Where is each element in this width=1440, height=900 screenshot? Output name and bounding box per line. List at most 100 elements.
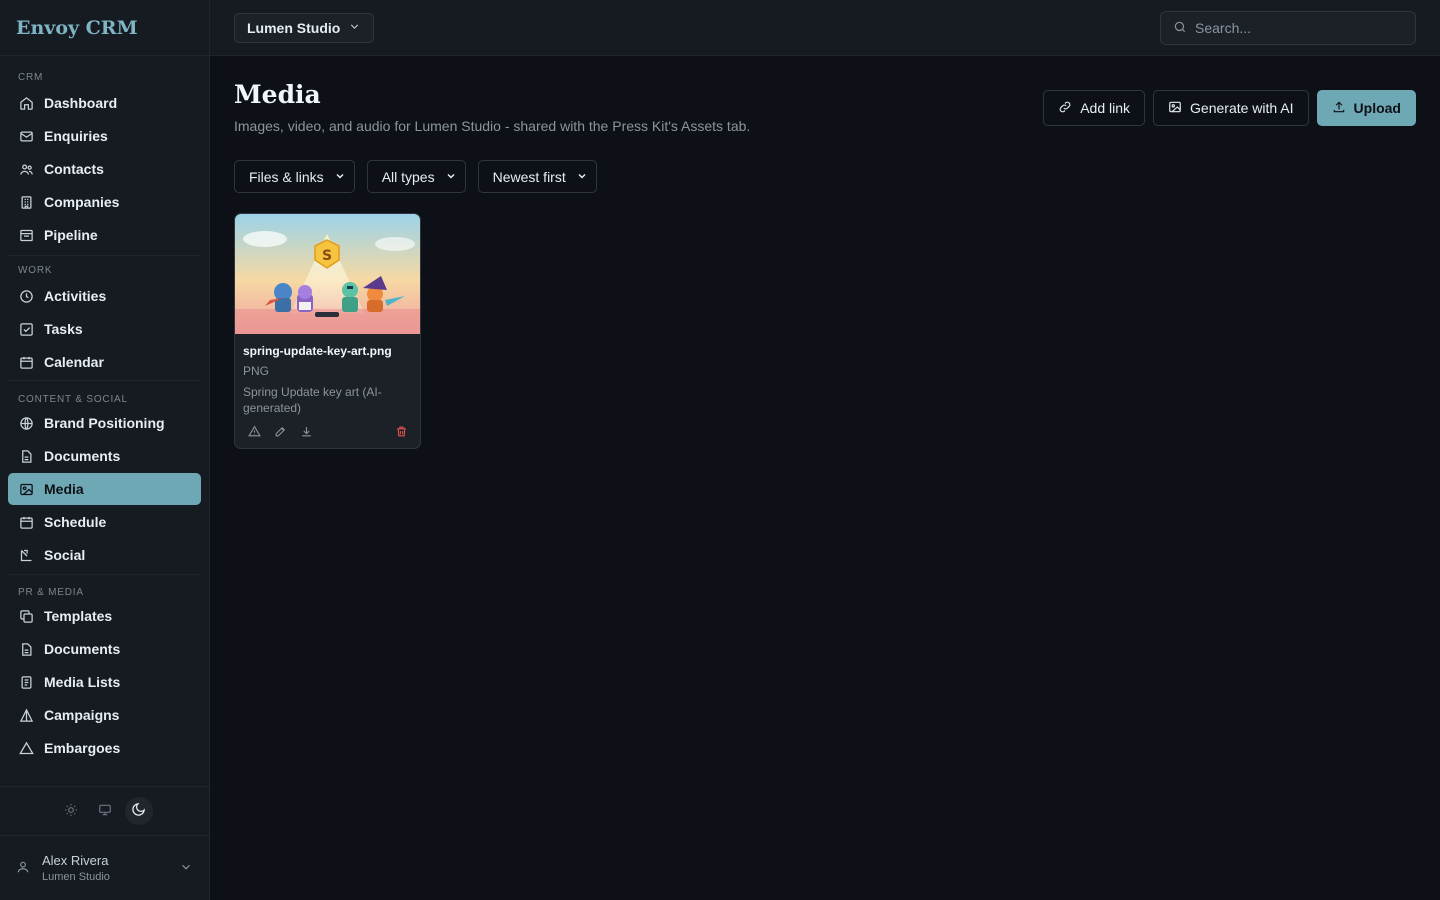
main-content: Media Images, video, and audio for Lumen… bbox=[210, 56, 1440, 900]
sidebar-item-campaigns[interactable]: Campaigns bbox=[8, 699, 201, 731]
sidebar-item-media-lists[interactable]: Media Lists bbox=[8, 666, 201, 698]
sidebar-item-label: Pipeline bbox=[44, 227, 98, 243]
user-info: Alex Rivera Lumen Studio bbox=[42, 853, 167, 883]
sidebar-item-label: Dashboard bbox=[44, 95, 118, 111]
sidebar-item-schedule[interactable]: Schedule bbox=[8, 506, 201, 538]
sidebar-item-label: Campaigns bbox=[44, 707, 120, 723]
sidebar-item-label: Media bbox=[44, 481, 84, 497]
sidebar-item-label: Embargoes bbox=[44, 740, 121, 756]
sidebar-item-label: Activities bbox=[44, 288, 107, 304]
sidebar-item-companies[interactable]: Companies bbox=[8, 186, 201, 218]
sidebar-item-social[interactable]: Social bbox=[8, 539, 201, 571]
sidebar-item-brand-positioning[interactable]: Brand Positioning bbox=[8, 407, 201, 439]
triangle-icon bbox=[18, 707, 34, 723]
svg-text:S: S bbox=[322, 248, 332, 264]
sidebar-item-contacts[interactable]: Contacts bbox=[8, 153, 201, 185]
mail-icon bbox=[18, 128, 34, 144]
file-description: Spring Update key art (AI-generated) bbox=[243, 385, 382, 415]
sidebar-nav: CRM Dashboard Enquiries Contacts Compani… bbox=[0, 72, 209, 764]
section-label-crm: CRM bbox=[18, 72, 44, 83]
type-value: All types bbox=[381, 168, 435, 185]
warning-icon[interactable] bbox=[247, 424, 261, 438]
sort-select[interactable]: Newest first bbox=[477, 160, 597, 193]
calendar-icon bbox=[18, 354, 34, 370]
media-card[interactable]: S spring-update-key-art.png PNG Spring U… bbox=[234, 213, 421, 449]
users-icon bbox=[18, 161, 34, 177]
sidebar-item-pipeline[interactable]: Pipeline bbox=[8, 219, 201, 251]
theme-switcher bbox=[0, 786, 209, 836]
monitor-icon bbox=[98, 803, 112, 820]
filter-bar: Files & links All types Newest first bbox=[234, 160, 597, 193]
sidebar-item-label: Schedule bbox=[44, 514, 107, 530]
theme-dark-button[interactable] bbox=[124, 797, 153, 825]
brand-logo[interactable]: Envoy CRM bbox=[0, 0, 209, 56]
search-box[interactable] bbox=[1160, 11, 1416, 45]
sidebar-item-label: Contacts bbox=[44, 161, 104, 177]
media-thumbnail[interactable]: S bbox=[235, 214, 420, 334]
file-name[interactable]: spring-update-key-art.png bbox=[243, 344, 412, 358]
sidebar-item-label: Calendar bbox=[44, 354, 104, 370]
page-subtitle: Images, video, and audio for Lumen Studi… bbox=[234, 118, 751, 134]
list-icon bbox=[18, 674, 34, 690]
sidebar-item-media[interactable]: Media bbox=[8, 473, 201, 505]
globe-icon bbox=[18, 415, 34, 431]
chevron-down-icon bbox=[334, 169, 346, 185]
image-icon bbox=[18, 481, 34, 497]
add-link-button[interactable]: Add link bbox=[1043, 90, 1146, 126]
sidebar-item-templates[interactable]: Templates bbox=[8, 600, 201, 632]
trash-icon[interactable] bbox=[394, 424, 408, 438]
sidebar-item-label: Media Lists bbox=[44, 674, 121, 690]
sidebar-item-enquiries[interactable]: Enquiries bbox=[8, 120, 201, 152]
theme-light-button[interactable] bbox=[57, 797, 85, 825]
sort-value: Newest first bbox=[492, 168, 566, 185]
chevron-down-icon bbox=[445, 169, 457, 185]
moon-icon bbox=[131, 802, 146, 820]
media-card-body: spring-update-key-art.png PNG Spring Upd… bbox=[235, 334, 420, 416]
sidebar-item-label: Enquiries bbox=[44, 128, 108, 144]
sidebar-item-pr-documents[interactable]: Documents bbox=[8, 633, 201, 665]
share-icon bbox=[18, 547, 34, 563]
sidebar-item-label: Companies bbox=[44, 194, 120, 210]
clock-icon bbox=[18, 288, 34, 304]
upload-label: Upload bbox=[1353, 100, 1401, 116]
search-icon bbox=[1173, 20, 1187, 37]
download-icon[interactable] bbox=[299, 424, 313, 438]
file-icon bbox=[18, 641, 34, 657]
sidebar-item-label: Templates bbox=[44, 608, 113, 624]
search-input[interactable] bbox=[1195, 20, 1395, 36]
sidebar-item-documents[interactable]: Documents bbox=[8, 440, 201, 472]
workspace-switcher[interactable]: Lumen Studio bbox=[234, 13, 375, 43]
image-icon bbox=[1168, 100, 1182, 117]
scope-value: Files & links bbox=[249, 168, 324, 185]
sidebar-item-label: Documents bbox=[44, 641, 121, 657]
scope-select[interactable]: Files & links bbox=[234, 160, 355, 193]
calendar-icon bbox=[18, 514, 34, 530]
sidebar-item-tasks[interactable]: Tasks bbox=[8, 313, 201, 345]
upload-icon bbox=[1332, 100, 1346, 117]
generate-ai-label: Generate with AI bbox=[1190, 100, 1294, 116]
generate-ai-button[interactable]: Generate with AI bbox=[1153, 90, 1309, 126]
chevron-down-icon bbox=[179, 860, 193, 877]
sidebar-item-dashboard[interactable]: Dashboard bbox=[8, 87, 201, 119]
divider bbox=[8, 380, 201, 381]
edit-icon[interactable] bbox=[273, 424, 287, 438]
checkbox-icon bbox=[18, 321, 34, 337]
sidebar-item-label: Documents bbox=[44, 448, 121, 464]
type-select[interactable]: All types bbox=[366, 160, 466, 193]
sidebar: Envoy CRM CRM Dashboard Enquiries Contac… bbox=[0, 0, 210, 900]
sidebar-item-activities[interactable]: Activities bbox=[8, 280, 201, 312]
sidebar-item-embargoes[interactable]: Embargoes bbox=[8, 732, 201, 764]
home-icon bbox=[18, 95, 34, 111]
chevron-down-icon bbox=[576, 169, 588, 185]
workspace-name: Lumen Studio bbox=[247, 20, 341, 36]
sidebar-item-label: Tasks bbox=[44, 321, 83, 337]
sidebar-item-calendar[interactable]: Calendar bbox=[8, 346, 201, 378]
copy-icon bbox=[18, 608, 34, 624]
theme-system-button[interactable] bbox=[91, 797, 119, 825]
alert-icon bbox=[18, 740, 34, 756]
user-org: Lumen Studio bbox=[42, 871, 110, 883]
upload-button[interactable]: Upload bbox=[1316, 90, 1416, 126]
divider bbox=[8, 255, 201, 256]
user-menu[interactable]: Alex Rivera Lumen Studio bbox=[0, 836, 209, 900]
sidebar-item-label: Social bbox=[44, 547, 86, 563]
